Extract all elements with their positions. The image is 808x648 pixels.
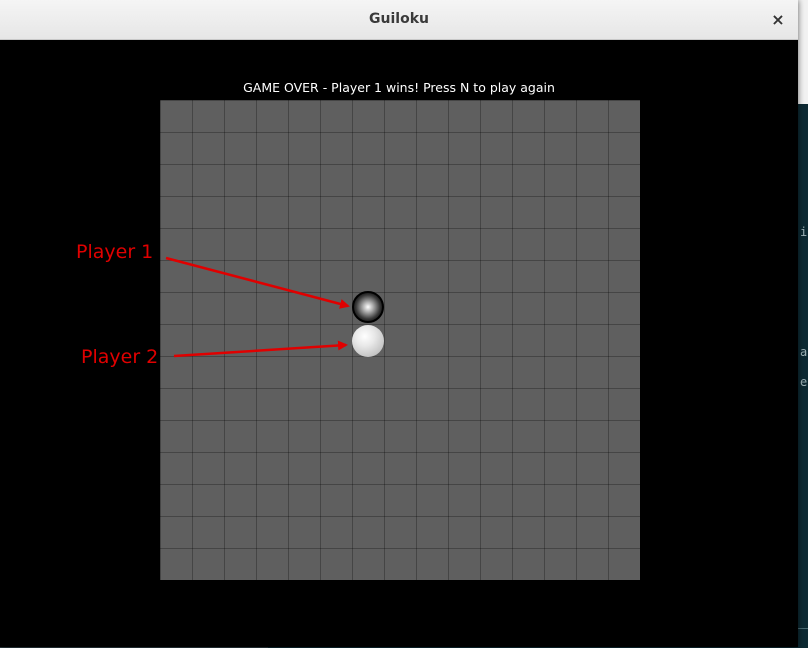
player2-annotation-label: Player 2: [81, 346, 159, 368]
player2-arrow: [173, 340, 348, 358]
annotation-arrows: [165, 256, 350, 358]
player1-arrow: [165, 256, 350, 309]
player1-annotation-label: Player 1: [76, 241, 154, 263]
